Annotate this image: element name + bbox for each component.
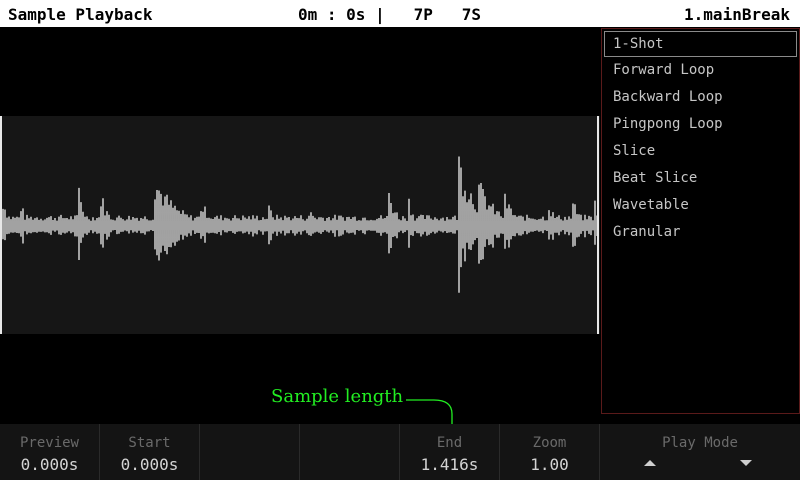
end-marker[interactable] — [597, 116, 599, 334]
play-mode-param[interactable]: Play Mode — [600, 424, 800, 480]
preview-param[interactable]: Preview 0.000s — [0, 424, 100, 480]
play-mode-item-backward-loop[interactable]: Backward Loop — [602, 84, 799, 111]
empty-param-1 — [200, 424, 300, 480]
sample-length-annotation: Sample length — [271, 386, 404, 407]
sample-name: 1.mainBreak — [684, 5, 790, 24]
start-label: Start — [128, 435, 171, 451]
end-label: End — [436, 435, 463, 451]
play-mode-item-forward-loop[interactable]: Forward Loop — [602, 57, 799, 84]
play-mode-item-1-shot[interactable]: 1-Shot — [604, 31, 797, 57]
zoom-param[interactable]: Zoom 1.00 — [500, 424, 600, 480]
empty-param-2 — [300, 424, 400, 480]
start-marker[interactable] — [0, 116, 2, 334]
arrow-down-icon[interactable] — [740, 460, 752, 466]
zoom-value: 1.00 — [530, 455, 569, 474]
play-mode-item-granular[interactable]: Granular — [602, 219, 799, 246]
play-mode-item-slice[interactable]: Slice — [602, 138, 799, 165]
waveform — [0, 156, 598, 293]
parameter-bar: Preview 0.000s Start 0.000s End 1.416s Z… — [0, 424, 800, 480]
start-param[interactable]: Start 0.000s — [100, 424, 200, 480]
title-bar: Sample Playback 0m : 0s | 7P 7S 1.mainBr… — [0, 0, 800, 27]
preview-value: 0.000s — [20, 455, 79, 474]
page-title: Sample Playback — [8, 5, 153, 24]
start-value: 0.000s — [120, 455, 179, 474]
preview-label: Preview — [19, 435, 79, 451]
status-readout: 0m : 0s | 7P 7S — [298, 5, 482, 24]
play-mode-item-beat-slice[interactable]: Beat Slice — [602, 165, 799, 192]
end-param[interactable]: End 1.416s — [400, 424, 500, 480]
end-value: 1.416s — [420, 455, 479, 474]
arrow-up-icon[interactable] — [644, 460, 656, 466]
play-mode-item-wavetable[interactable]: Wavetable — [602, 192, 799, 219]
zoom-label: Zoom — [532, 435, 567, 451]
play-mode-list: 1-Shot Forward Loop Backward Loop Pingpo… — [601, 28, 800, 414]
play-mode-item-pingpong-loop[interactable]: Pingpong Loop — [602, 111, 799, 138]
waveform-path — [0, 156, 598, 293]
play-mode-label: Play Mode — [662, 435, 738, 451]
waveform-display[interactable] — [0, 116, 600, 334]
